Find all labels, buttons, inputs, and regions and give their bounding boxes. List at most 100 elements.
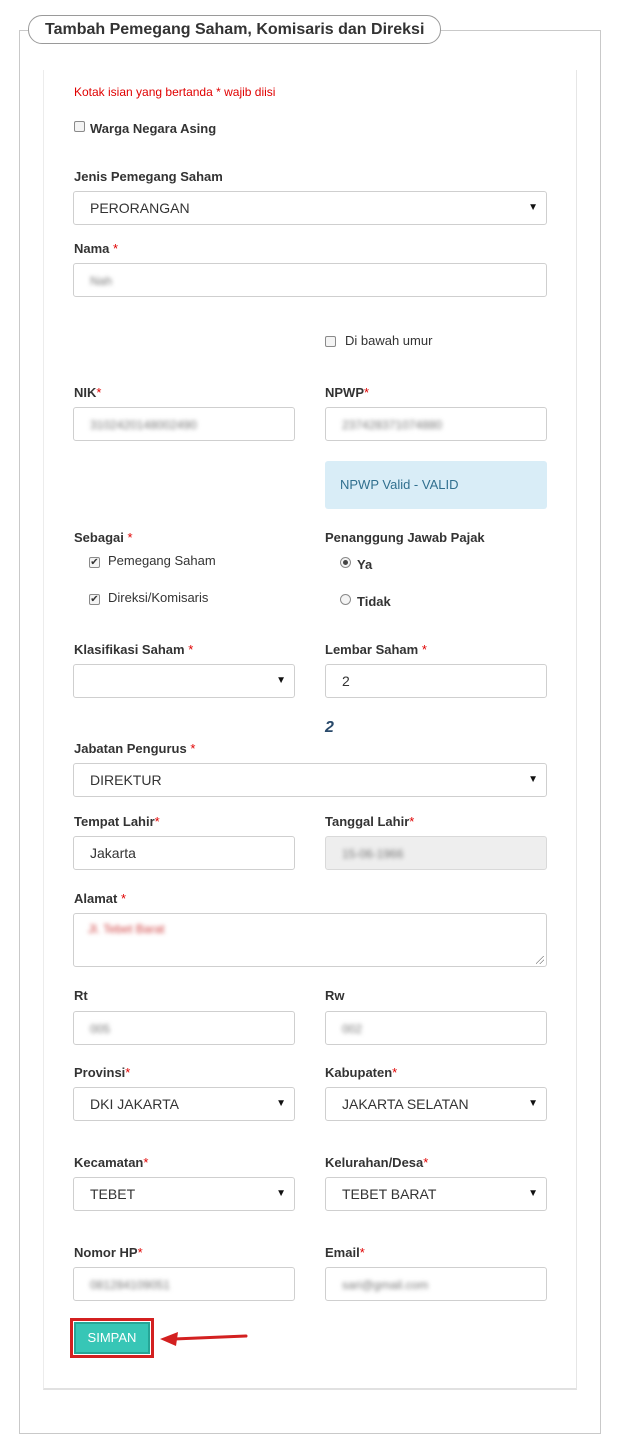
kabupaten-label: Kabupaten* [325,1065,397,1080]
nama-value: Nah [90,274,113,288]
alamat-textarea[interactable]: Jl. Tebet Barat [73,913,547,967]
lembar-saham-value: 2 [342,673,350,689]
simpan-button[interactable]: SIMPAN [74,1322,150,1354]
nomor-hp-label: Nomor HP* [74,1245,143,1260]
under-age-label: Di bawah umur [345,333,433,348]
jabatan-select[interactable]: DIREKTUR ▼ [73,763,547,797]
npwp-label-text: NPWP [325,385,364,400]
required-marker: * [359,1245,365,1260]
required-marker: * [113,241,119,256]
kelurahan-label-text: Kelurahan/Desa [325,1155,424,1170]
tempat-lahir-label: Tempat Lahir* [74,814,160,829]
kabupaten-value: JAKARTA SELATAN [342,1096,469,1112]
kelurahan-select[interactable]: TEBET BARAT ▼ [325,1177,547,1211]
provinsi-select[interactable]: DKI JAKARTA ▼ [73,1087,295,1121]
nik-label-text: NIK [74,385,97,400]
required-marker: * [143,1155,149,1170]
under-age-checkbox[interactable] [325,336,336,347]
lembar-saham-input[interactable]: 2 [325,664,547,698]
rw-input[interactable]: 002 [325,1011,547,1045]
kabupaten-label-text: Kabupaten [325,1065,393,1080]
tanggal-lahir-input[interactable]: 15-06-1966 [325,836,547,870]
required-marker: * [154,814,160,829]
required-marker: * [137,1245,143,1260]
kelurahan-label: Kelurahan/Desa* [325,1155,428,1170]
provinsi-label: Provinsi* [74,1065,130,1080]
kecamatan-value: TEBET [90,1186,136,1202]
npwp-value: 237428371074880 [342,418,443,432]
required-marker: * [188,642,194,657]
nomor-hp-input[interactable]: 081284109051 [73,1267,295,1301]
red-arrow-left-icon [160,1332,248,1346]
npwp-status-alert: NPWP Valid - VALID [325,461,547,509]
nik-value: 3102420148002490 [90,418,197,432]
tempat-lahir-input[interactable]: Jakarta [73,836,295,870]
required-note: Kotak isian yang bertanda * wajib diisi [74,85,276,99]
required-marker: * [125,1065,131,1080]
shareholder-type-select[interactable]: PERORANGAN ▼ [73,191,547,225]
chevron-down-icon: ▼ [276,675,286,686]
tanggal-lahir-value: 15-06-1966 [342,847,404,861]
kecamatan-select[interactable]: TEBET ▼ [73,1177,295,1211]
required-marker: * [96,385,102,400]
chevron-down-icon: ▼ [276,1098,286,1109]
tax-responsible-label: Penanggung Jawab Pajak [325,530,485,545]
chevron-down-icon: ▼ [528,1098,538,1109]
sebagai-label: Sebagai * [74,530,133,545]
email-input[interactable]: sari@gmail.com [325,1267,547,1301]
jabatan-label-text: Jabatan Pengurus [74,741,187,756]
jabatan-label: Jabatan Pengurus * [74,741,195,756]
tanggal-lahir-label: Tanggal Lahir* [325,814,414,829]
form-title: Tambah Pemegang Saham, Komisaris dan Dir… [28,15,442,44]
tax-yes-radio[interactable] [340,557,351,568]
shareholder-type-value: PERORANGAN [90,200,190,216]
provinsi-value: DKI JAKARTA [90,1096,179,1112]
nik-input[interactable]: 3102420148002490 [73,407,295,441]
required-marker: * [127,530,133,545]
nomor-hp-value: 081284109051 [90,1278,171,1292]
alamat-label-text: Alamat [74,891,118,906]
alamat-value: Jl. Tebet Barat [88,922,165,936]
kecamatan-label: Kecamatan* [74,1155,148,1170]
pemegang-saham-label: Pemegang Saham [108,553,216,568]
tempat-lahir-label-text: Tempat Lahir [74,814,155,829]
foreign-citizen-checkbox[interactable] [74,121,85,132]
sebagai-label-text: Sebagai [74,530,124,545]
kecamatan-label-text: Kecamatan [74,1155,144,1170]
required-marker: * [392,1065,398,1080]
rt-input[interactable]: 005 [73,1011,295,1045]
nama-label-text: Nama [74,241,110,256]
lembar-saham-label: Lembar Saham * [325,642,427,657]
required-marker: * [409,814,415,829]
rw-value: 002 [342,1022,363,1036]
klasifikasi-select[interactable]: ▼ [73,664,295,698]
tax-no-label: Tidak [357,594,391,609]
chevron-down-icon: ▼ [276,1188,286,1199]
tax-yes-label: Ya [357,557,373,572]
npwp-input[interactable]: 237428371074880 [325,407,547,441]
direksi-komisaris-checkbox[interactable]: ✔ [89,594,100,605]
direksi-komisaris-label: Direksi/Komisaris [108,590,209,605]
chevron-down-icon: ▼ [528,202,538,213]
radio-selected-dot [343,560,348,565]
npwp-label: NPWP* [325,385,369,400]
shareholder-type-label: Jenis Pemegang Saham [74,169,223,184]
alamat-label: Alamat * [74,891,126,906]
required-marker: * [120,891,127,906]
nik-label: NIK* [74,385,101,400]
nama-label: Nama * [74,241,118,256]
resize-handle-icon[interactable] [536,956,544,964]
tax-no-radio[interactable] [340,594,351,605]
nomor-hp-label-text: Nomor HP [74,1245,138,1260]
required-marker: * [421,642,427,657]
klasifikasi-label-text: Klasifikasi Saham [74,642,185,657]
kabupaten-select[interactable]: JAKARTA SELATAN ▼ [325,1087,547,1121]
email-label: Email* [325,1245,365,1260]
chevron-down-icon: ▼ [528,1188,538,1199]
nama-input[interactable]: Nah [73,263,547,297]
pemegang-saham-checkbox[interactable]: ✔ [89,557,100,568]
required-marker: * [190,741,196,756]
tempat-lahir-value: Jakarta [90,845,136,861]
email-value: sari@gmail.com [342,1278,429,1292]
lembar-saham-label-text: Lembar Saham [325,642,419,657]
